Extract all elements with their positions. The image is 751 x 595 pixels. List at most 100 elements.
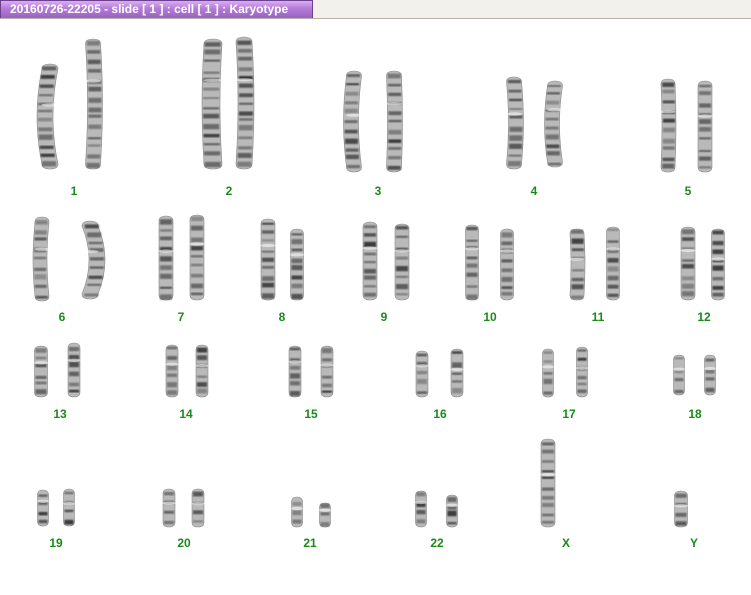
- chromosome-band: [699, 119, 711, 124]
- centromere: [569, 257, 585, 261]
- chromosome-band: [238, 56, 253, 61]
- chromosome-pair-3[interactable]: [343, 70, 403, 173]
- chromosome-pair-5[interactable]: [660, 78, 713, 173]
- chromosome-band: [699, 127, 711, 132]
- chromosome-band: [577, 382, 587, 386]
- chromosome-band: [290, 347, 300, 351]
- chromosome-pair-9[interactable]: [362, 221, 410, 301]
- centromere: [547, 108, 563, 112]
- centromere: [235, 78, 253, 82]
- chromosome-band: [705, 377, 715, 381]
- chromosome-pair-11[interactable]: [569, 226, 621, 301]
- chromosome-band: [345, 148, 359, 152]
- chromosome-pair-4[interactable]: [506, 76, 563, 170]
- centromere: [63, 502, 75, 506]
- chromosome-band: [705, 358, 715, 362]
- chromosome-label: 5: [684, 184, 692, 198]
- chromosome-pair-7[interactable]: [158, 214, 205, 301]
- chromosome-pair-y[interactable]: [674, 490, 688, 528]
- chromosome-band: [39, 84, 54, 88]
- chromosome-band: [203, 71, 220, 74]
- chromosome-band: [545, 126, 559, 130]
- centromere: [680, 248, 696, 253]
- chromosome-band: [262, 239, 274, 242]
- chromosome-pair-10[interactable]: [465, 224, 514, 301]
- chromosome-band: [542, 449, 554, 454]
- chromosome-pair-6[interactable]: [32, 216, 106, 302]
- chromosome-band: [417, 379, 427, 385]
- chromosome-band: [69, 347, 79, 352]
- chromosome-band: [88, 86, 102, 92]
- chromosome-band: [344, 129, 358, 134]
- chromosome-band: [204, 161, 221, 168]
- chromosome-band: [509, 108, 523, 110]
- chromosome-label: 10: [483, 310, 497, 324]
- chromosome-band: [571, 229, 584, 234]
- window-title-tab[interactable]: 20160726-22205 - slide [ 1 ] : cell [ 1 …: [0, 0, 313, 18]
- centromere: [195, 364, 209, 368]
- chromosome-band: [167, 346, 177, 350]
- chromosome-pair-20[interactable]: [162, 488, 205, 528]
- chromosome-pair-12[interactable]: [680, 226, 726, 301]
- chromosome-band: [160, 236, 172, 241]
- chromosome-band: [542, 520, 554, 524]
- chromosome-band: [262, 282, 274, 288]
- chromosome-label: Y: [689, 536, 698, 550]
- chromosome-band: [35, 364, 47, 368]
- chromosome-band: [197, 355, 207, 361]
- chromatid: [288, 345, 302, 398]
- chromosome-band: [239, 93, 253, 98]
- chromosome-pair-14[interactable]: [165, 344, 209, 398]
- chromosome-band: [322, 358, 332, 362]
- chromosome-pair-x[interactable]: [540, 438, 556, 528]
- chromosome-band: [291, 239, 303, 245]
- chromosome-pair-1[interactable]: [36, 38, 103, 170]
- chromosome-band: [88, 97, 102, 103]
- chromosome-pair-15[interactable]: [288, 345, 334, 398]
- chromosome-band: [35, 381, 47, 385]
- chromosome-band: [662, 100, 675, 104]
- chromosome-pair-22[interactable]: [415, 490, 458, 528]
- chromosome-label: 6: [58, 310, 66, 324]
- chromosome-band: [577, 357, 587, 361]
- chromosome-band: [38, 109, 53, 113]
- chromosome-pair-8[interactable]: [260, 218, 305, 301]
- chromosome-band: [291, 275, 303, 280]
- chromosome-pair-18[interactable]: [673, 354, 716, 396]
- centromere: [34, 247, 50, 251]
- chromosome-pair-17[interactable]: [542, 346, 588, 398]
- centromere: [660, 110, 676, 114]
- chromosome-band: [607, 284, 619, 289]
- chromosome-pair-13[interactable]: [34, 342, 81, 398]
- chromosome-band: [42, 66, 57, 71]
- chromosome-band: [239, 102, 253, 105]
- chromosome-label: 4: [530, 184, 538, 198]
- chromosome-band: [238, 146, 253, 150]
- chromosome-band: [160, 265, 172, 270]
- centromere: [506, 112, 522, 116]
- chromatid: [165, 344, 179, 398]
- chromosome-band: [547, 92, 560, 95]
- centromere: [189, 242, 205, 246]
- chromosome-label: 22: [430, 536, 444, 550]
- chromosome-band: [204, 49, 221, 55]
- chromosome-pair-19[interactable]: [37, 488, 75, 527]
- chromosome-band: [164, 492, 174, 496]
- chromosome-label: 19: [49, 536, 63, 550]
- chromosome-band: [577, 389, 587, 393]
- chromosome-band: [542, 487, 554, 491]
- chromosome-pair-21[interactable]: [291, 496, 331, 528]
- karyotype-image: [32, 36, 726, 528]
- chromosome-band: [193, 510, 203, 515]
- chromosome-label: 16: [433, 407, 447, 421]
- chromosome-band: [675, 521, 687, 526]
- centromere: [319, 508, 331, 512]
- centromere: [465, 247, 479, 251]
- chromosome-band: [699, 150, 711, 152]
- chromosome-band: [388, 147, 402, 150]
- chromosome-pair-2[interactable]: [201, 36, 255, 170]
- chromosome-band: [191, 216, 203, 221]
- chromosome-band: [291, 233, 303, 236]
- chromosome-pair-16[interactable]: [415, 348, 464, 398]
- chromosome-band: [396, 235, 408, 238]
